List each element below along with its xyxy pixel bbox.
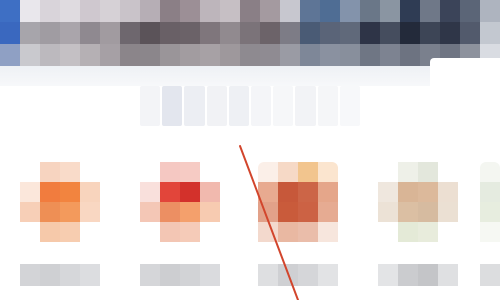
annotation-arrow-icon	[239, 145, 299, 300]
red-annotation-line	[239, 145, 299, 300]
